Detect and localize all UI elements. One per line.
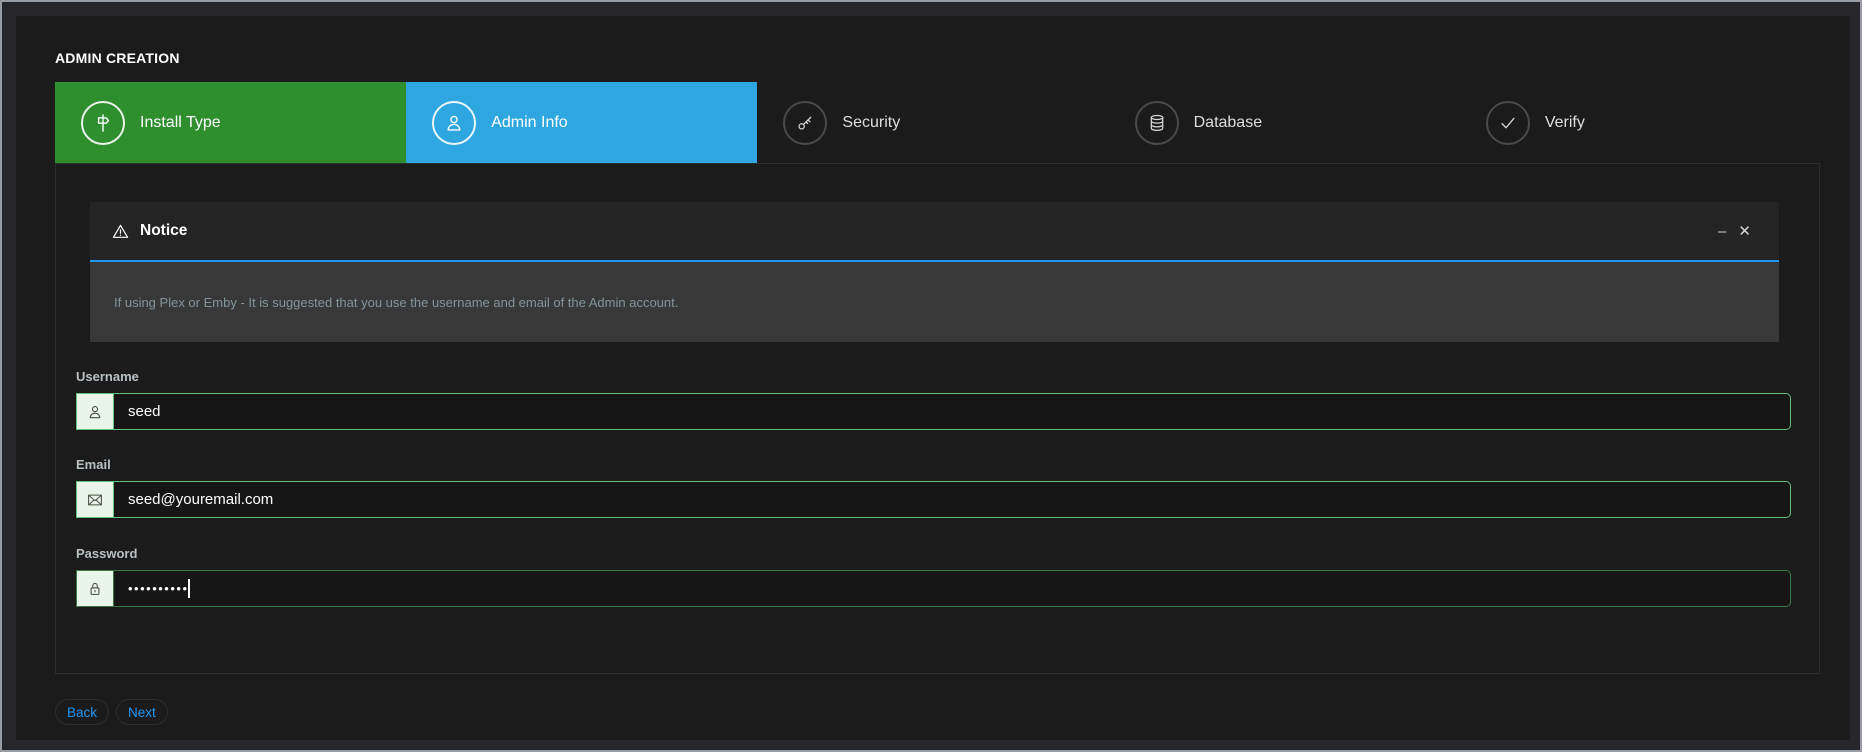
warning-icon: [112, 223, 129, 240]
tab-verify[interactable]: Verify: [1460, 82, 1811, 163]
tab-label: Install Type: [140, 114, 221, 132]
tab-label: Security: [842, 114, 900, 132]
tab-label: Verify: [1545, 114, 1585, 132]
username-input[interactable]: [114, 393, 1791, 430]
signpost-icon: [92, 112, 114, 134]
tab-install-type[interactable]: Install Type: [55, 82, 406, 163]
notice-panel: Notice – ✕ If using Plex or Emby - It is…: [90, 202, 1779, 342]
username-label: Username: [76, 369, 139, 384]
key-icon: [795, 113, 815, 133]
page-title: ADMIN CREATION: [55, 50, 180, 66]
password-label: Password: [76, 546, 137, 561]
minimize-icon[interactable]: –: [1712, 220, 1732, 243]
check-icon: [1498, 113, 1518, 133]
envelope-icon: [76, 481, 114, 518]
app-window: ADMIN CREATION Install Type Admin Info: [0, 0, 1862, 752]
user-icon: [76, 393, 114, 430]
text-cursor: [188, 579, 190, 598]
setup-wizard-panel: ADMIN CREATION Install Type Admin Info: [16, 16, 1850, 740]
tab-security[interactable]: Security: [757, 82, 1108, 163]
back-button[interactable]: Back: [55, 699, 109, 725]
password-input[interactable]: [114, 570, 1791, 607]
tab-label: Admin Info: [491, 114, 567, 132]
email-input[interactable]: [114, 481, 1791, 518]
user-icon: [443, 112, 465, 134]
email-label: Email: [76, 457, 111, 472]
tab-label: Database: [1194, 114, 1263, 132]
notice-header: Notice – ✕: [90, 202, 1779, 262]
password-group: [76, 570, 1791, 607]
wizard-actions: Back Next: [55, 699, 168, 725]
lock-icon: [76, 570, 114, 607]
close-icon[interactable]: ✕: [1732, 220, 1757, 243]
notice-text: If using Plex or Emby - It is suggested …: [114, 295, 678, 310]
notice-title: Notice: [140, 222, 187, 240]
tab-admin-info[interactable]: Admin Info: [406, 82, 757, 163]
username-group: [76, 393, 1791, 430]
next-button[interactable]: Next: [116, 699, 168, 725]
tab-database[interactable]: Database: [1109, 82, 1460, 163]
wizard-steps: Install Type Admin Info Security: [55, 82, 1811, 163]
email-group: [76, 481, 1791, 518]
database-icon: [1147, 113, 1167, 133]
notice-body: If using Plex or Emby - It is suggested …: [90, 262, 1779, 342]
admin-info-form-panel: Notice – ✕ If using Plex or Emby - It is…: [55, 163, 1820, 674]
